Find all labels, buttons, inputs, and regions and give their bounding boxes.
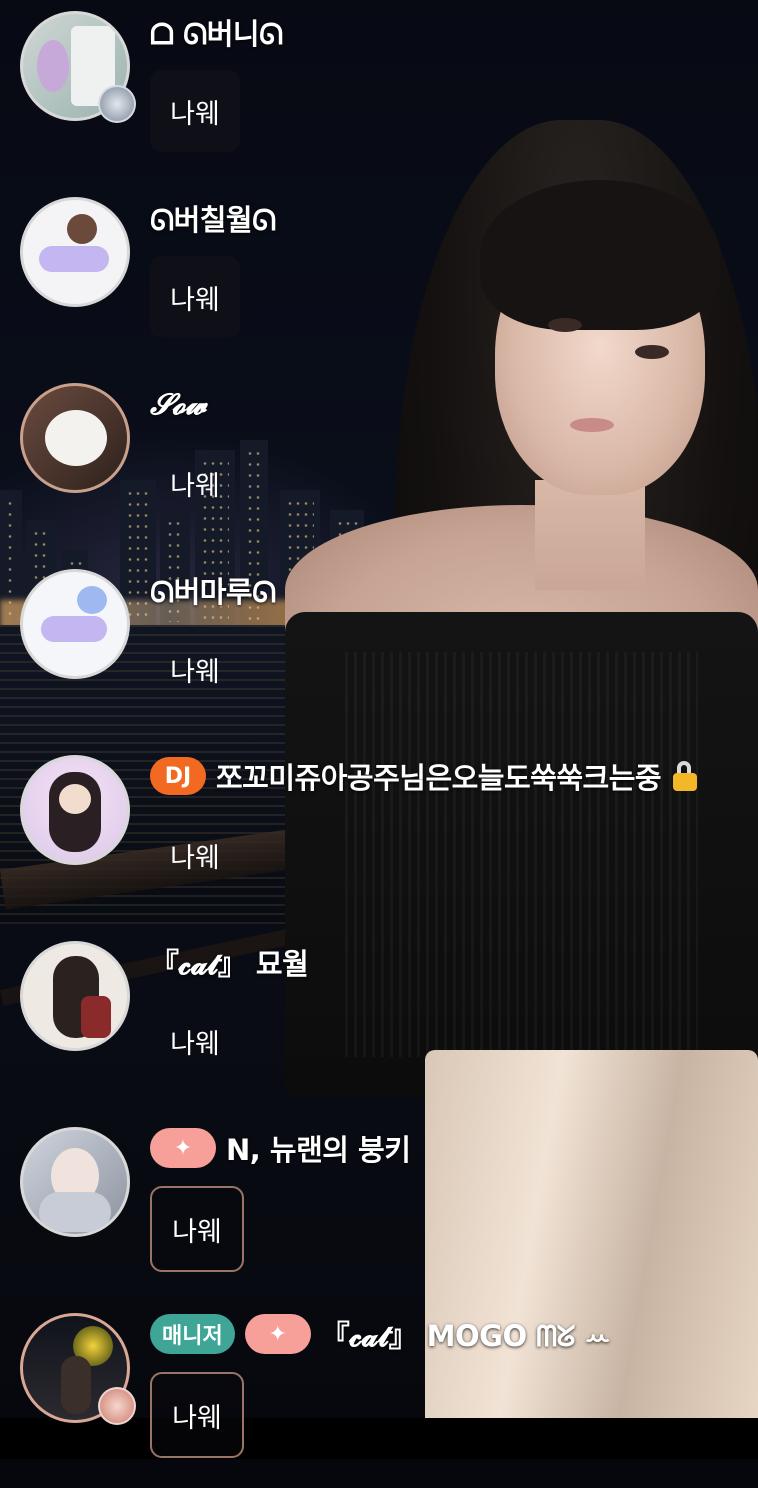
- chat-message: DJ 쪼꼬미쥬아공주님은오늘도쑥쑥크는중 나웨: [0, 744, 758, 930]
- chat-message: 『𝓬𝓪𝓽』 묘월 나웨: [0, 930, 758, 1116]
- sender-name[interactable]: ᘏ버마루ᘏ: [150, 569, 276, 611]
- sender-name[interactable]: 『𝓬𝓪𝓽』 묘월: [150, 941, 309, 983]
- chat-message: 𝓢𝓸𝔀 나웨: [0, 372, 758, 558]
- sender-name[interactable]: 쪼꼬미쥬아공주님은오늘도쑥쑥크는중: [216, 755, 662, 797]
- avatar[interactable]: [20, 755, 130, 865]
- message-text: 나웨: [172, 1402, 222, 1434]
- message-text: 나웨: [170, 470, 220, 502]
- message-bubble: 나웨: [150, 442, 240, 524]
- chat-message: ᘏ버마루ᘏ 나웨: [0, 558, 758, 744]
- avatar[interactable]: [20, 1313, 136, 1425]
- message-text: 나웨: [170, 1028, 220, 1060]
- message-bubble: 나웨: [150, 814, 240, 896]
- sender-name[interactable]: 『𝓬𝓪𝓽』 MOGO ᗰᘜ ꕀ: [321, 1313, 611, 1355]
- avatar[interactable]: [20, 941, 130, 1051]
- avatar[interactable]: [20, 1127, 130, 1237]
- message-bubble: 나웨: [150, 70, 240, 152]
- sparkle-icon: ✦: [244, 1314, 311, 1354]
- message-bubble: 나웨: [150, 1000, 240, 1082]
- manager-badge: 매니저: [150, 1314, 235, 1354]
- message-text: 나웨: [172, 1216, 222, 1248]
- sender-name[interactable]: ᘏ버칠월ᘏ: [150, 197, 276, 239]
- sender-name[interactable]: N, 뉴랜의 붕키: [226, 1127, 411, 1169]
- message-bubble: 나웨: [150, 1186, 244, 1272]
- avatar[interactable]: [20, 197, 130, 307]
- message-bubble: 나웨: [150, 256, 240, 338]
- message-text: 나웨: [170, 656, 220, 688]
- dj-badge: DJ: [150, 757, 206, 795]
- sparkle-icon: ✦: [150, 1128, 216, 1168]
- chat-message: ᘏ버칠월ᘏ 나웨: [0, 186, 758, 372]
- message-text: 나웨: [170, 98, 220, 130]
- lock-icon: [671, 761, 699, 791]
- avatar[interactable]: [20, 11, 136, 123]
- sender-name[interactable]: 𝓢𝓸𝔀: [150, 387, 206, 422]
- chat-message: ᗝ ᘏ버니ᘏ 나웨: [0, 0, 758, 186]
- chat-message: 매니저 ✦ 『𝓬𝓪𝓽』 MOGO ᗰᘜ ꕀ 나웨: [0, 1302, 758, 1488]
- chat-message: ✦ N, 뉴랜의 붕키 나웨: [0, 1116, 758, 1302]
- message-bubble: 나웨: [150, 1372, 244, 1458]
- sender-name[interactable]: ᗝ ᘏ버니ᘏ: [150, 11, 283, 53]
- avatar[interactable]: [20, 569, 130, 679]
- message-text: 나웨: [170, 842, 220, 874]
- avatar[interactable]: [20, 383, 130, 493]
- message-bubble: 나웨: [150, 628, 240, 710]
- message-text: 나웨: [170, 284, 220, 316]
